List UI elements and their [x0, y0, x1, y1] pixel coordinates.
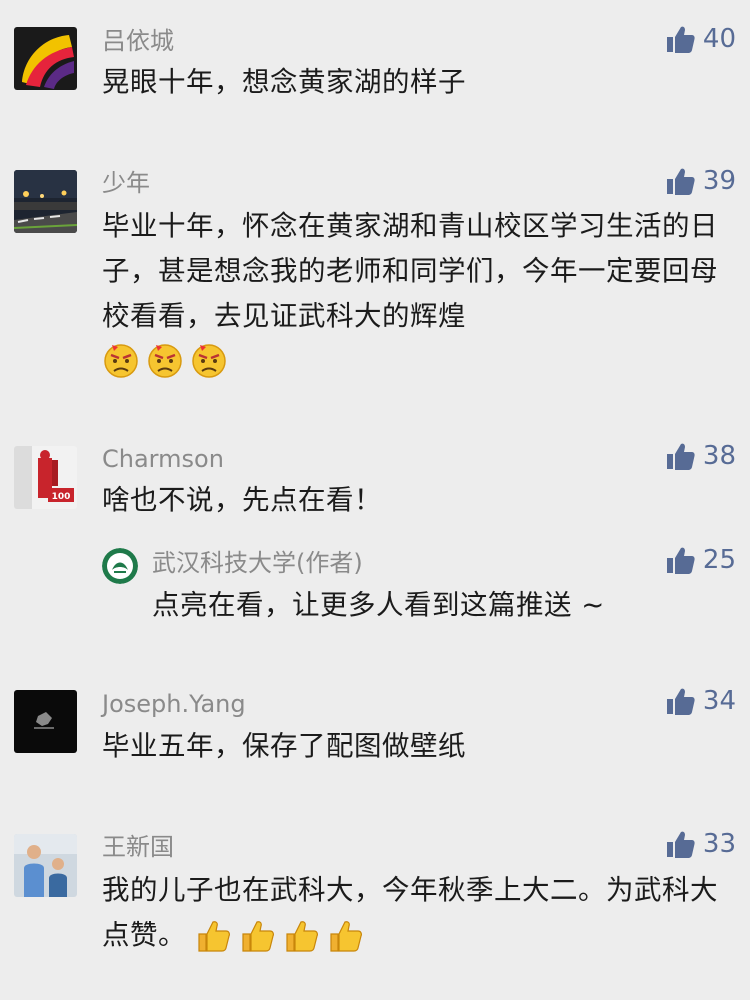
author-name[interactable]: 武汉科技大学(作者)	[152, 548, 363, 578]
avatar[interactable]	[14, 27, 77, 90]
thumbs-up-icon	[665, 829, 695, 859]
author-avatar[interactable]	[102, 548, 138, 584]
commenter-name[interactable]: Joseph.Yang	[102, 689, 246, 719]
comment-text: 啥也不说，先点在看！	[102, 484, 382, 516]
frowning-face-emoji	[146, 341, 184, 379]
commenter-name[interactable]: 吕依城	[102, 26, 174, 56]
commenter-name[interactable]: 王新国	[102, 832, 174, 862]
thumbs-up-icon	[665, 686, 695, 716]
emoji-row	[102, 341, 228, 379]
thumbs-up-icon	[665, 545, 695, 575]
like-button[interactable]: 38	[665, 441, 736, 471]
thumbs-up-emoji	[283, 917, 321, 955]
like-button[interactable]: 40	[665, 24, 736, 54]
emoji-row	[195, 917, 365, 955]
like-count: 34	[702, 686, 736, 716]
thumbs-up-icon	[665, 24, 695, 54]
frowning-face-emoji	[102, 341, 140, 379]
like-button[interactable]: 39	[665, 166, 736, 196]
commenter-name[interactable]: Charmson	[102, 444, 224, 474]
like-count: 25	[702, 545, 736, 575]
frowning-face-emoji	[190, 341, 228, 379]
like-count: 38	[702, 441, 736, 471]
reply-text: 点亮在看，让更多人看到这篇推送 ~	[152, 589, 605, 621]
like-button[interactable]: 34	[665, 686, 736, 716]
avatar[interactable]	[14, 170, 77, 233]
avatar[interactable]	[14, 690, 77, 753]
comment-text: 毕业十年，怀念在黄家湖和青山校区学习生活的日子，甚是想念我的老师和同学们，今年一…	[102, 210, 718, 332]
like-button[interactable]: 33	[665, 829, 736, 859]
comment-text: 我的儿子也在武科大，今年秋季上大二。为武科大点赞。	[102, 868, 727, 958]
thumbs-up-emoji	[239, 917, 277, 955]
like-count: 40	[702, 24, 736, 54]
comment-text: 晃眼十年，想念黄家湖的样子	[102, 66, 466, 98]
commenter-name[interactable]: 少年	[102, 168, 150, 198]
avatar[interactable]	[14, 834, 77, 897]
avatar[interactable]: 100	[14, 446, 77, 509]
like-button[interactable]: 25	[665, 545, 736, 575]
thumbs-up-icon	[665, 441, 695, 471]
thumbs-up-icon	[665, 166, 695, 196]
like-count: 33	[702, 829, 736, 859]
comment-text: 毕业五年，保存了配图做壁纸	[102, 730, 466, 762]
like-count: 39	[702, 166, 736, 196]
thumbs-up-emoji	[195, 917, 233, 955]
svg-text:100: 100	[52, 492, 71, 502]
thumbs-up-emoji	[327, 917, 365, 955]
